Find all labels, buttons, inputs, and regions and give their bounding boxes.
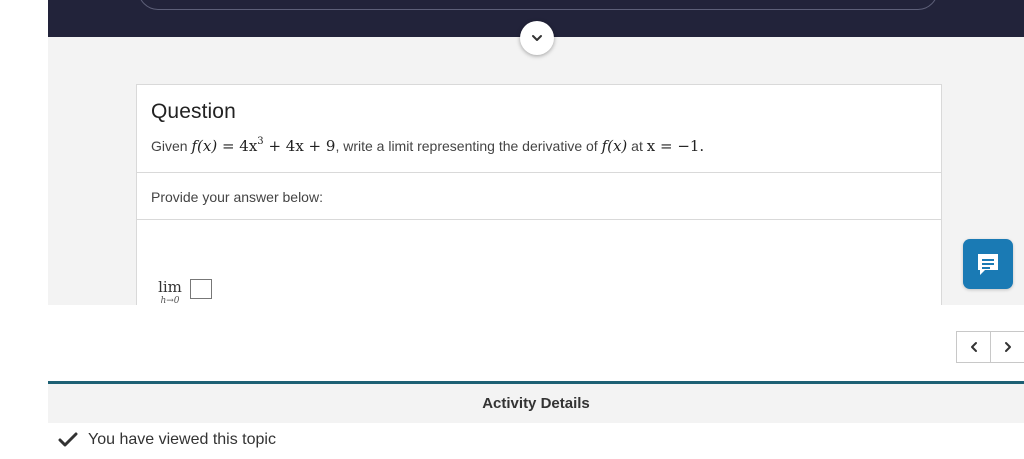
- function-reference-text: f(x): [601, 137, 628, 155]
- evaluation-point: x = −1.: [646, 137, 705, 155]
- collapse-toggle-button[interactable]: [520, 21, 554, 55]
- function-definition: f(x) = 4x3 + 4x + 9: [191, 137, 336, 156]
- answer-input-box[interactable]: [190, 279, 212, 299]
- top-bar-panel-outline: [138, 0, 938, 10]
- activity-details-title: Activity Details: [48, 384, 1024, 423]
- answer-area: lim h→0: [137, 220, 941, 305]
- question-text-middle: , write a limit representing the derivat…: [335, 138, 598, 154]
- next-button[interactable]: [991, 331, 1024, 363]
- left-gutter: [0, 0, 48, 459]
- chevron-right-icon: [1005, 342, 1011, 352]
- question-text-at: at: [631, 138, 643, 154]
- limit-word: lim: [158, 278, 182, 296]
- chat-button[interactable]: [963, 239, 1013, 289]
- limit-expression: lim h→0: [155, 278, 185, 305]
- viewed-status-text: You have viewed this topic: [88, 431, 276, 448]
- function-equals: = 4x: [217, 137, 258, 155]
- chevron-down-icon: [532, 35, 542, 41]
- viewed-status: You have viewed this topic: [58, 431, 276, 449]
- limit-subscript: h→0: [160, 296, 180, 305]
- function-name: f(x): [191, 137, 218, 155]
- question-content-area: Question Given f(x) = 4x3 + 4x + 9, writ…: [48, 37, 1024, 305]
- function-reference: f(x): [602, 137, 628, 155]
- previous-button[interactable]: [956, 331, 991, 363]
- function-rest: + 4x + 9: [263, 137, 336, 155]
- checkmark-icon: [58, 432, 78, 447]
- question-heading: Question: [151, 100, 236, 123]
- question-text: Given f(x) = 4x3 + 4x + 9, write a limit…: [151, 137, 927, 156]
- question-text-prefix: Given: [151, 138, 188, 154]
- chat-icon: [978, 254, 998, 275]
- chevron-left-icon: [970, 342, 977, 352]
- answer-prompt: Provide your answer below:: [137, 173, 941, 220]
- question-header: Question Given f(x) = 4x3 + 4x + 9, writ…: [137, 85, 941, 173]
- activity-details-section: Activity Details You have viewed this to…: [48, 381, 1024, 459]
- question-pager: [956, 331, 1024, 363]
- question-card: Question Given f(x) = 4x3 + 4x + 9, writ…: [136, 84, 942, 305]
